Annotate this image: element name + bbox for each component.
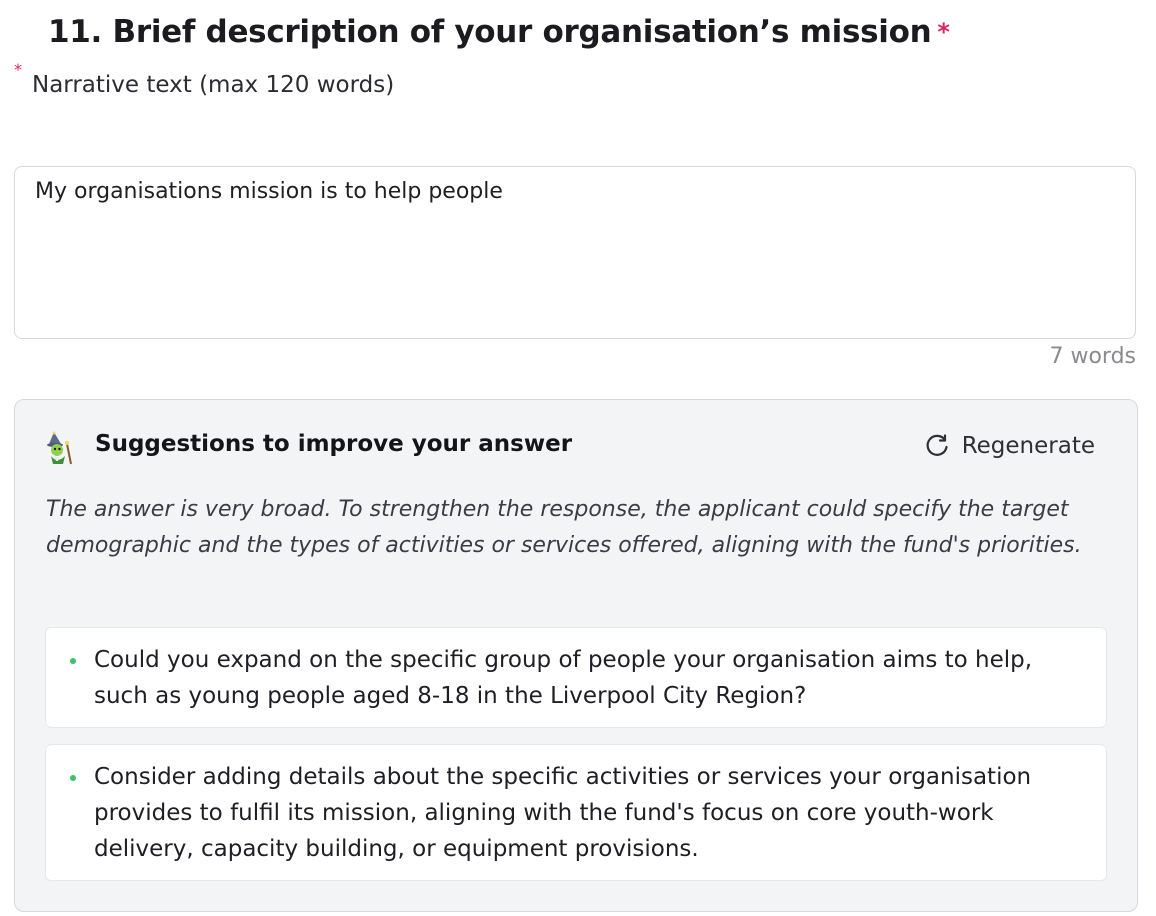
word-count: 7 words bbox=[1049, 344, 1136, 369]
regenerate-label: Regenerate bbox=[961, 433, 1095, 459]
form-question: 11. Brief description of your organisati… bbox=[0, 0, 1156, 916]
question-title-text: 11. Brief description of your organisati… bbox=[48, 14, 932, 50]
answer-text[interactable]: My organisations mission is to help peop… bbox=[35, 179, 503, 204]
suggestion-text: Could you expand on the specific group o… bbox=[94, 647, 1033, 709]
answer-textarea[interactable]: My organisations mission is to help peop… bbox=[14, 166, 1136, 339]
question-title: 11. Brief description of your organisati… bbox=[48, 14, 950, 50]
refresh-icon bbox=[926, 434, 948, 456]
suggestions-panel: Suggestions to improve your answer Regen… bbox=[14, 399, 1138, 912]
suggestions-title: Suggestions to improve your answer bbox=[95, 431, 573, 457]
bullet-dot bbox=[70, 775, 76, 781]
required-star: * bbox=[937, 18, 950, 46]
regenerate-button[interactable]: Regenerate bbox=[924, 433, 1095, 459]
suggestion-item: Consider adding details about the specif… bbox=[45, 744, 1107, 881]
hint-required-star: * bbox=[14, 60, 22, 79]
question-hint: Narrative text (max 120 words) bbox=[32, 72, 395, 98]
suggestion-item: Could you expand on the specific group o… bbox=[45, 627, 1107, 728]
wizard-icon bbox=[47, 431, 72, 465]
suggestion-text: Consider adding details about the specif… bbox=[94, 764, 1032, 862]
bullet-dot bbox=[70, 658, 76, 664]
suggestions-summary: The answer is very broad. To strengthen … bbox=[46, 497, 1082, 558]
